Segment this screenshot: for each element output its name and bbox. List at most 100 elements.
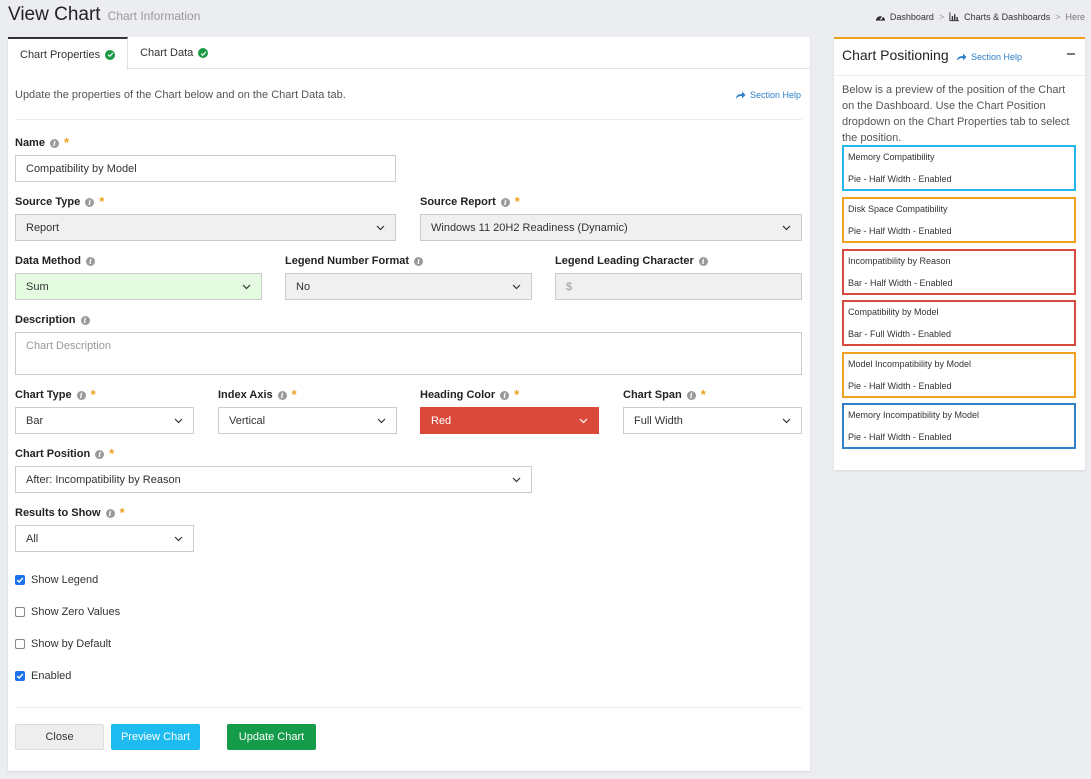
- name-label-text: Name: [15, 137, 45, 149]
- source-report-select[interactable]: Windows 11 20H2 Readiness (Dynamic): [420, 214, 802, 241]
- show-zero-values-checkbox[interactable]: Show Zero Values: [15, 606, 120, 618]
- position-item-name: Model Incompatibility by Model: [848, 359, 972, 369]
- chart-positioning-title: Chart Positioning: [842, 47, 949, 63]
- position-item-meta: Bar - Half Width - Enabled: [848, 278, 953, 288]
- page-header: View Chart Chart Information Dashboard >…: [8, 4, 1085, 30]
- index-axis-select[interactable]: Vertical: [218, 407, 397, 434]
- checkbox-unchecked-icon[interactable]: [15, 607, 25, 617]
- info-icon[interactable]: i: [277, 390, 287, 400]
- position-preview-item: Model Incompatibility by Model Pie - Hal…: [842, 352, 1076, 398]
- enabled-label: Enabled: [31, 670, 72, 682]
- check-circle-icon: [198, 48, 209, 58]
- description-textarea[interactable]: Chart Description: [15, 332, 802, 375]
- section-help-link[interactable]: Section Help: [735, 90, 801, 100]
- checkbox-checked-icon[interactable]: [15, 575, 25, 585]
- chevron-down-icon: [579, 418, 588, 423]
- data-method-label: Data Method i: [15, 255, 95, 267]
- info-icon[interactable]: i: [698, 256, 708, 266]
- breadcrumb-current: Here: [1065, 12, 1085, 22]
- info-icon[interactable]: i: [85, 197, 95, 207]
- results-to-show-label: Results to Show i *: [15, 506, 125, 519]
- tab-chart-data[interactable]: Chart Data: [128, 37, 220, 69]
- share-arrow-icon: [736, 91, 746, 99]
- section-help-link[interactable]: Section Help: [956, 52, 1022, 62]
- close-button[interactable]: Close: [15, 724, 104, 750]
- check-circle-icon: [105, 49, 116, 60]
- breadcrumb-separator: >: [938, 12, 945, 22]
- chevron-down-icon: [782, 418, 791, 423]
- breadcrumb-dashboard-label: Dashboard: [889, 12, 934, 22]
- breadcrumb: Dashboard > Charts & Dashboards > Here: [875, 12, 1085, 22]
- data-method-select[interactable]: Sum: [15, 273, 262, 300]
- chart-position-value: After: Incompatibility by Reason: [26, 473, 181, 486]
- chart-positioning-description: Below is a preview of the position of th…: [842, 84, 1070, 144]
- chart-span-value: Full Width: [634, 414, 683, 427]
- source-type-select[interactable]: Report: [15, 214, 396, 241]
- position-preview-item: Disk Space Compatibility Pie - Half Widt…: [842, 197, 1076, 243]
- required-asterisk-icon: *: [291, 387, 297, 402]
- update-chart-button[interactable]: Update Chart: [227, 724, 316, 750]
- legend-number-format-select[interactable]: No: [285, 273, 532, 300]
- source-type-value: Report: [26, 221, 60, 234]
- tab-chart-properties-label: Chart Properties: [20, 48, 101, 61]
- info-icon[interactable]: i: [686, 390, 696, 400]
- name-input[interactable]: Compatibility by Model: [15, 155, 396, 182]
- info-icon[interactable]: i: [500, 197, 510, 207]
- show-by-default-label: Show by Default: [31, 638, 112, 650]
- info-icon[interactable]: i: [105, 508, 115, 518]
- position-item-name: Disk Space Compatibility: [848, 204, 948, 214]
- required-asterisk-icon: *: [63, 135, 70, 150]
- heading-color-select[interactable]: Red: [420, 407, 599, 434]
- position-preview-item: Memory Incompatibility by Model Pie - Ha…: [842, 403, 1076, 449]
- chart-span-select[interactable]: Full Width: [623, 407, 802, 434]
- chevron-down-icon: [174, 536, 183, 541]
- tab-chart-data-label: Chart Data: [140, 47, 194, 59]
- chevron-down-icon: [512, 477, 521, 482]
- info-icon[interactable]: i: [86, 256, 95, 266]
- chart-positioning-panel: Chart Positioning Section Help Below is …: [834, 37, 1085, 470]
- name-input-value: Compatibility by Model: [26, 162, 137, 175]
- info-icon[interactable]: i: [80, 315, 90, 325]
- info-icon[interactable]: i: [500, 390, 510, 400]
- position-item-name: Memory Incompatibility by Model: [848, 410, 980, 420]
- required-asterisk-icon: *: [700, 387, 706, 402]
- breadcrumb-charts[interactable]: Charts & Dashboards: [949, 12, 1050, 22]
- chevron-down-icon: [376, 225, 385, 230]
- position-preview-item-current: Compatibility by Model Bar - Full Width …: [842, 300, 1076, 346]
- info-icon[interactable]: i: [414, 256, 424, 266]
- chart-position-label: Chart Position i *: [15, 447, 114, 460]
- description-placeholder: Chart Description: [26, 340, 111, 352]
- breadcrumb-dashboard[interactable]: Dashboard: [875, 12, 934, 22]
- index-axis-value: Vertical: [229, 414, 266, 427]
- preview-chart-button[interactable]: Preview Chart: [111, 724, 200, 750]
- enabled-checkbox[interactable]: Enabled: [15, 670, 71, 682]
- show-legend-checkbox[interactable]: Show Legend: [15, 574, 98, 586]
- chart-type-select[interactable]: Bar: [15, 407, 194, 434]
- checkbox-unchecked-icon[interactable]: [15, 639, 25, 649]
- position-item-meta: Pie - Half Width - Enabled: [848, 226, 952, 236]
- position-preview-item: Incompatibility by Reason Bar - Half Wid…: [842, 249, 1076, 295]
- legend-leading-character-input[interactable]: $: [555, 273, 802, 300]
- required-asterisk-icon: *: [514, 387, 520, 402]
- position-preview-item: Memory Compatibility Pie - Half Width - …: [842, 145, 1076, 191]
- info-icon[interactable]: i: [76, 390, 86, 400]
- tab-chart-properties[interactable]: Chart Properties: [8, 37, 129, 70]
- chevron-down-icon: [242, 284, 251, 289]
- source-report-value: Windows 11 20H2 Readiness (Dynamic): [431, 221, 628, 234]
- page-subtitle: Chart Information: [107, 9, 201, 23]
- results-to-show-select[interactable]: All: [15, 525, 194, 552]
- legend-number-format-value: No: [296, 280, 311, 293]
- bar-chart-icon: [949, 12, 960, 22]
- collapse-minus-icon[interactable]: [1067, 53, 1075, 55]
- position-item-name: Compatibility by Model: [848, 307, 939, 317]
- show-legend-label: Show Legend: [31, 574, 99, 586]
- divider: [15, 119, 802, 120]
- info-icon[interactable]: i: [49, 138, 59, 148]
- chart-span-label-text: Chart Span: [623, 389, 682, 401]
- show-by-default-checkbox[interactable]: Show by Default: [15, 638, 111, 650]
- description-label: Description i: [15, 314, 90, 326]
- name-label: Name i *: [15, 135, 70, 150]
- checkbox-checked-icon[interactable]: [15, 671, 25, 681]
- info-icon[interactable]: i: [95, 449, 105, 459]
- chart-position-select[interactable]: After: Incompatibility by Reason: [15, 466, 532, 493]
